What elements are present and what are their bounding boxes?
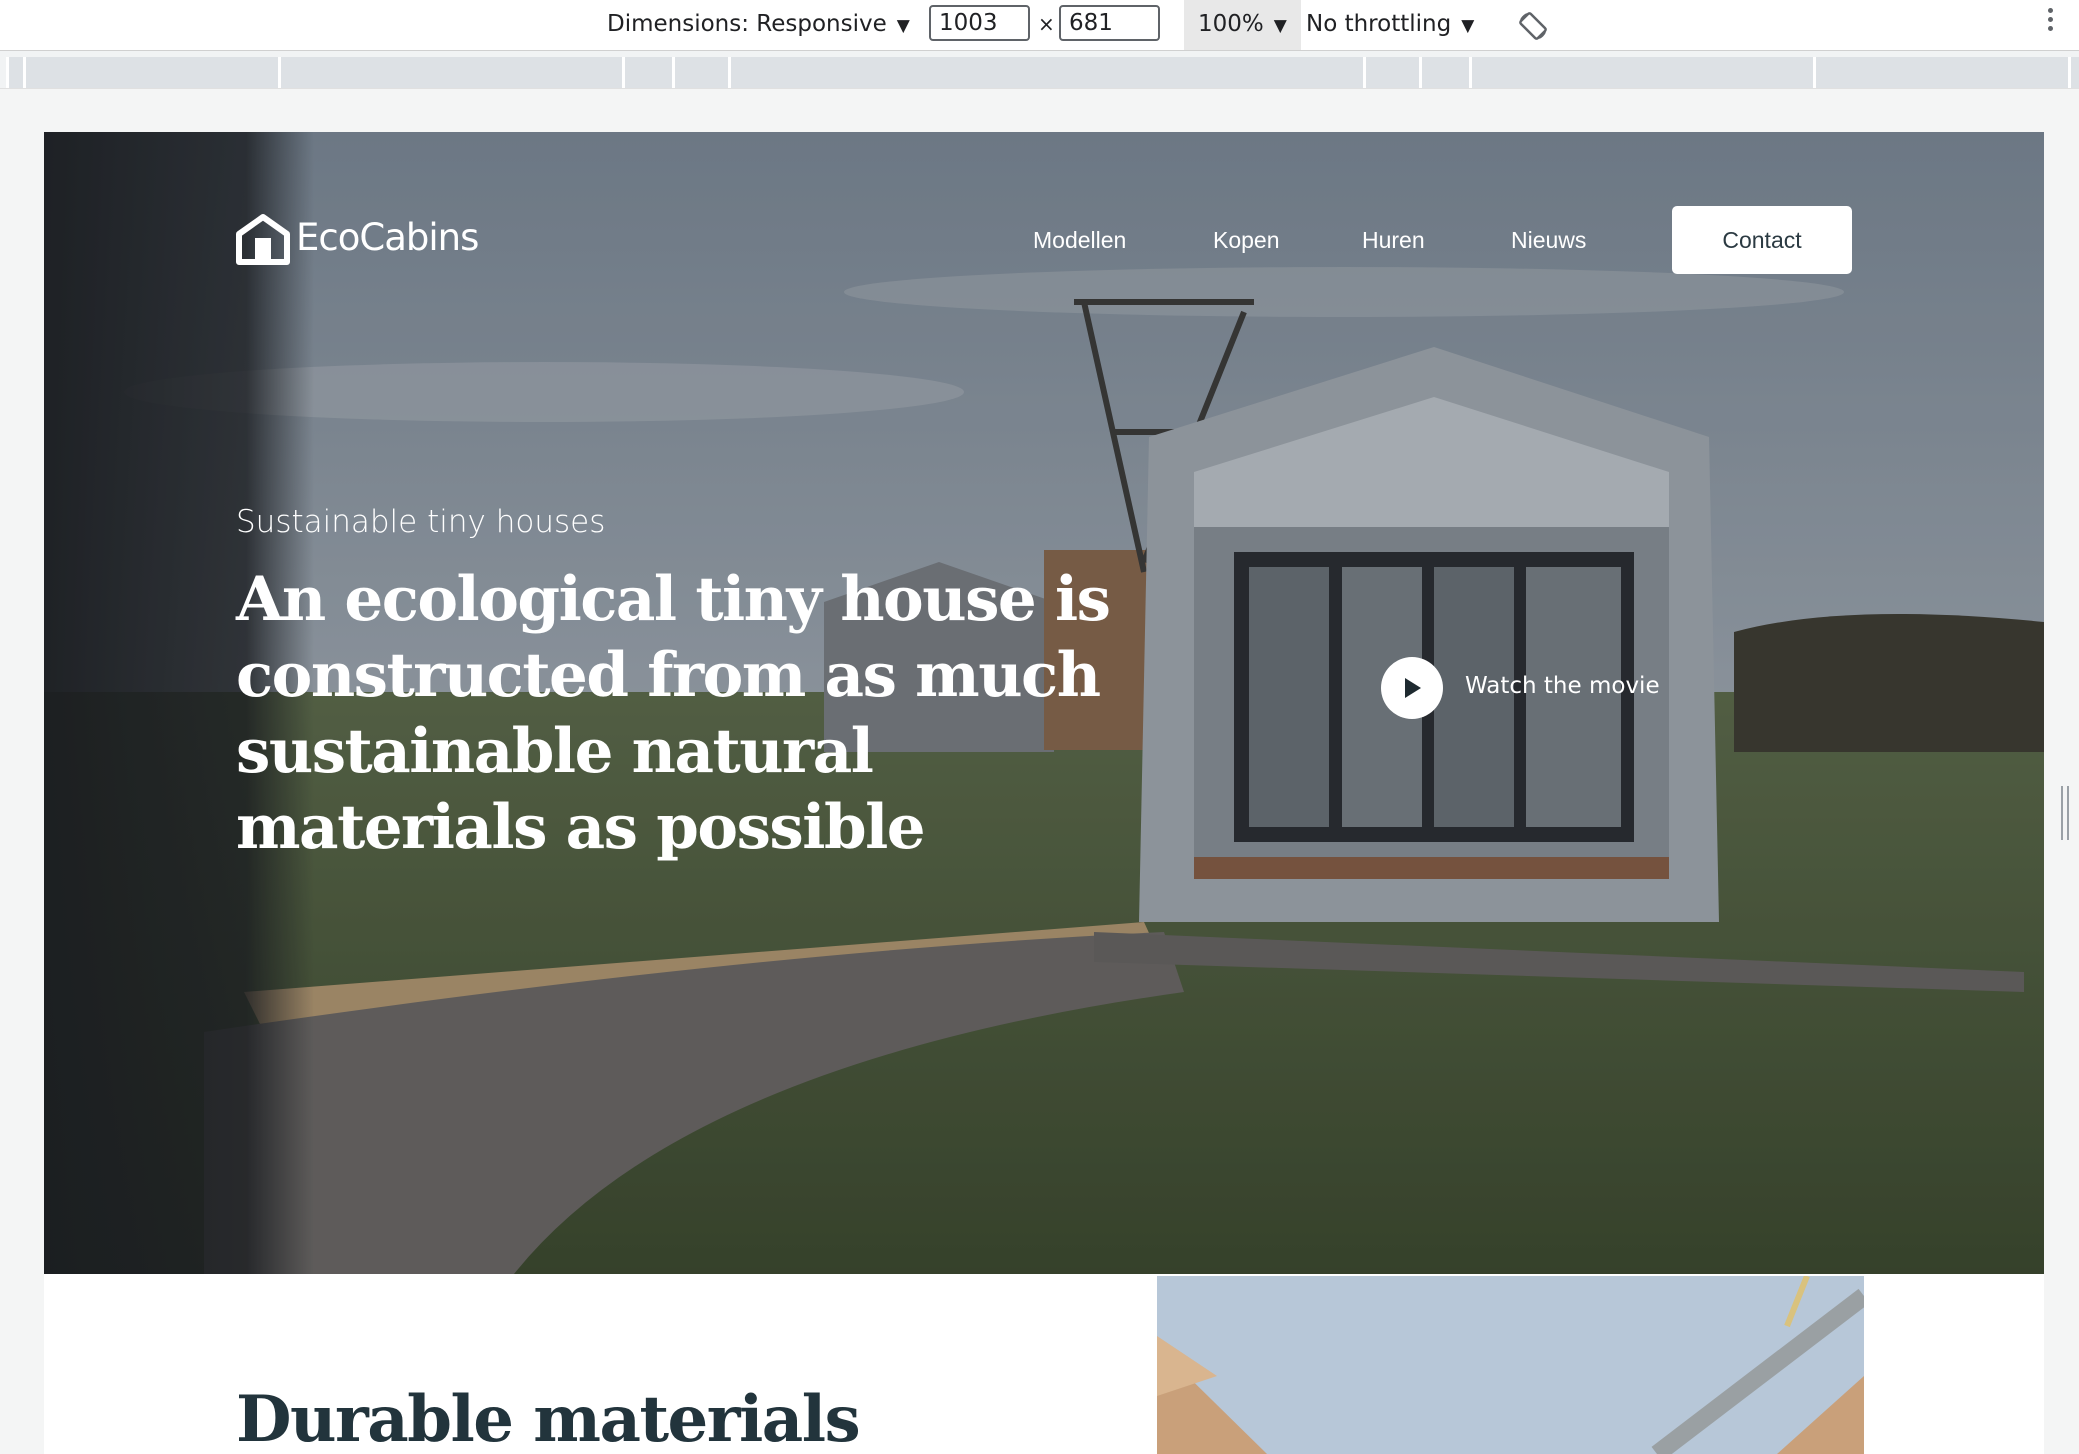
ruler-segment[interactable] [1363,57,1419,88]
ruler-segment[interactable] [2068,57,2079,88]
section-image [1157,1276,1864,1454]
throttling-dropdown[interactable]: No throttling ▼ [1306,0,1474,50]
zoom-dropdown[interactable]: 100% ▼ [1184,0,1301,50]
zoom-label: 100% [1198,11,1264,37]
hero-headline: An ecological tiny house is constructed … [236,564,1111,863]
more-options-icon[interactable] [2048,8,2054,35]
nav-link-modellen[interactable]: Modellen [1033,227,1126,254]
hero-eyebrow: Sustainable tiny houses [236,504,606,540]
ruler-segment[interactable] [1813,57,2068,88]
media-query-ruler [0,51,2079,89]
ruler-segment[interactable] [672,57,728,88]
dropdown-arrow-icon: ▼ [1461,16,1475,36]
contact-button[interactable]: Contact [1672,206,1852,274]
watch-movie-link[interactable]: Watch the movie [1465,673,1660,699]
dimensions-label: Dimensions: Responsive [607,11,887,37]
ruler-segment[interactable] [1469,57,1813,88]
ruler-segment[interactable] [278,57,622,88]
ruler-segment[interactable] [622,57,672,88]
dropdown-arrow-icon: ▼ [1273,16,1287,36]
width-input[interactable] [929,5,1030,41]
throttling-label: No throttling [1306,11,1452,37]
devtools-device-toolbar: Dimensions: Responsive ▼ × 100% ▼ No throt… [0,0,2079,51]
nav-link-kopen[interactable]: Kopen [1213,227,1280,254]
logo-text: EcoCabins [296,216,479,259]
height-input[interactable] [1059,5,1160,41]
house-logo-icon [236,214,290,265]
play-button[interactable] [1381,657,1443,719]
dimensions-dropdown[interactable]: Dimensions: Responsive ▼ [607,0,910,50]
ruler-segment[interactable] [6,57,23,88]
resize-handle[interactable] [2061,786,2069,840]
dropdown-arrow-icon: ▼ [896,16,910,36]
times-sign: × [1038,12,1055,36]
rotate-device-icon[interactable] [1518,10,1548,40]
site-logo[interactable]: EcoCabins [236,212,479,268]
nav-link-nieuws[interactable]: Nieuws [1511,227,1586,254]
section-title: Durable materials [236,1382,861,1454]
page-viewport: EcoCabins Modellen Kopen Huren Nieuws Co… [44,132,2044,1454]
ruler-segment[interactable] [1419,57,1469,88]
nav-link-huren[interactable]: Huren [1362,227,1425,254]
play-icon [1405,678,1421,698]
hero-section: EcoCabins Modellen Kopen Huren Nieuws Co… [44,132,2044,1274]
ruler-segment[interactable] [23,57,278,88]
ruler-segment[interactable] [728,57,1363,88]
